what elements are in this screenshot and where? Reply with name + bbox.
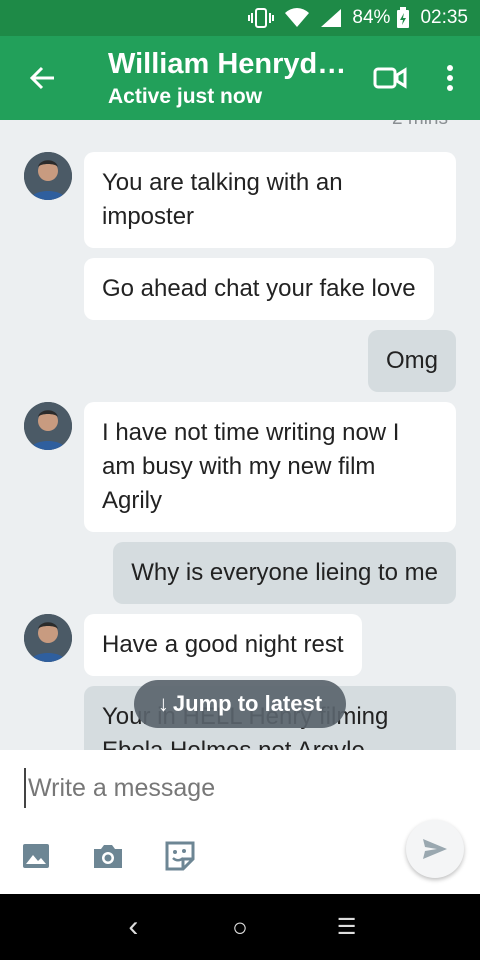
incoming-message[interactable]: Have a good night rest <box>84 614 362 676</box>
more-options-button[interactable] <box>420 36 480 120</box>
video-call-button[interactable] <box>360 36 420 120</box>
outgoing-message[interactable]: Omg <box>367 330 456 392</box>
arrow-left-icon <box>29 66 54 90</box>
message-composer: Write a message <box>0 750 480 894</box>
message-timestamp: 2 mins <box>392 120 448 130</box>
send-button[interactable] <box>406 820 464 878</box>
jump-to-latest-label: Jump to latest <box>172 691 323 716</box>
battery-percent: 84% <box>352 7 391 28</box>
video-call-icon <box>373 67 407 89</box>
outgoing-message[interactable]: Why is everyone lieing to me <box>113 542 456 604</box>
camera-button[interactable] <box>90 838 126 874</box>
incoming-message[interactable]: I have not time writing now I am busy wi… <box>84 402 456 532</box>
message-input-placeholder: Write a message <box>28 773 216 802</box>
clock: 02:35 <box>420 7 468 28</box>
nav-back-button[interactable]: ‹ <box>109 903 157 951</box>
back-button[interactable] <box>0 36 84 120</box>
contact-title[interactable]: William Henryd… Active just now <box>84 48 360 109</box>
more-vert-icon <box>447 65 453 91</box>
avatar[interactable] <box>24 402 72 450</box>
nav-home-icon: ○ <box>232 911 248 942</box>
message-list[interactable]: 2 mins You are talking with an imposter … <box>0 120 480 750</box>
sticker-button[interactable] <box>162 838 198 874</box>
signal-icon <box>320 8 342 28</box>
system-nav-bar: ‹ ○ ☰ <box>0 894 480 960</box>
incoming-message[interactable]: Go ahead chat your fake love <box>84 258 434 320</box>
nav-home-button[interactable]: ○ <box>216 903 264 951</box>
status-bar: 84% 02:35 <box>0 0 480 36</box>
nav-recents-button[interactable]: ☰ <box>323 903 371 951</box>
avatar[interactable] <box>24 614 72 662</box>
image-icon <box>23 844 49 868</box>
sticker-icon <box>165 841 195 871</box>
contact-name: William Henryd… <box>108 47 347 80</box>
send-icon <box>423 839 447 859</box>
nav-back-icon: ‹ <box>128 910 139 943</box>
image-button[interactable] <box>18 838 54 874</box>
jump-to-latest-button[interactable]: ↓ Jump to latest <box>134 680 346 728</box>
nav-recents-icon: ☰ <box>336 914 357 939</box>
wifi-icon <box>284 8 310 28</box>
incoming-message[interactable]: You are talking with an imposter <box>84 152 456 248</box>
conversation-header: William Henryd… Active just now <box>0 36 480 120</box>
vibrate-icon <box>248 7 275 29</box>
battery-charging-icon <box>396 7 410 29</box>
camera-icon <box>94 845 122 868</box>
avatar[interactable] <box>24 152 72 200</box>
contact-status: Active just now <box>108 84 263 108</box>
arrow-down-icon: ↓ <box>157 691 169 716</box>
message-input[interactable]: Write a message <box>24 768 444 808</box>
